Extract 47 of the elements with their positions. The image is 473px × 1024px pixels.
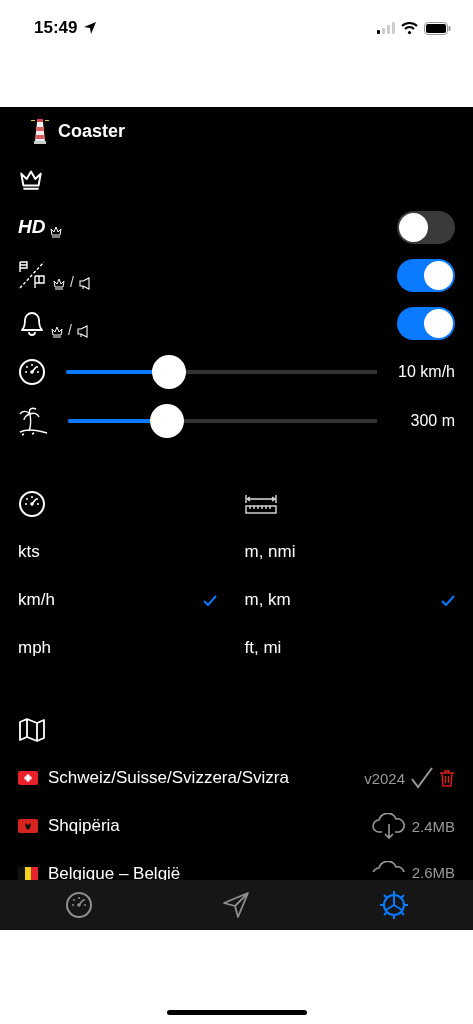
crown-icon (52, 277, 66, 290)
palm-tree-icon (18, 405, 48, 436)
hd-label: HD (18, 216, 46, 238)
location-arrow-icon (83, 21, 98, 35)
ruler-icon (244, 494, 277, 514)
unit-option[interactable]: mph (0, 624, 237, 672)
trash-icon[interactable] (439, 769, 455, 787)
map-icon (18, 716, 46, 744)
map-name[interactable]: Schweiz/Suisse/Svizzera/Svizra (48, 768, 355, 788)
toggle-switch[interactable] (397, 210, 455, 244)
crown-icon (50, 325, 64, 338)
unit-option[interactable]: kts (0, 528, 237, 576)
unit-option[interactable]: m, km (236, 576, 473, 624)
flag-icon (18, 819, 38, 833)
separator-text: / (70, 274, 74, 290)
lighthouse-icon (30, 118, 50, 144)
app-title: Coaster (58, 120, 126, 142)
toggle-switch[interactable] (397, 258, 455, 292)
speedometer-icon (18, 357, 46, 386)
megaphone-icon (77, 277, 91, 290)
crown-icon (49, 225, 64, 238)
gear-icon (378, 890, 409, 920)
slider-value: 10 km/h (397, 362, 455, 381)
status-time: 15:49 (34, 18, 78, 38)
unit-option[interactable]: km/h (0, 576, 237, 624)
megaphone-icon (75, 325, 89, 338)
unit-option[interactable]: ft, mi (236, 624, 473, 672)
flags-drawing (18, 260, 48, 290)
unit-option[interactable]: m, nmi (236, 528, 473, 576)
cloud-download-icon[interactable] (371, 813, 406, 839)
signal-icon (377, 22, 395, 34)
slider-value: 300 m (409, 411, 455, 430)
map-size: 2.4MB (411, 817, 455, 835)
map-version: v2024 (364, 769, 405, 787)
map-name[interactable]: Shqipëria (48, 816, 362, 836)
flag-icon (18, 771, 38, 785)
cloud-download-icon[interactable] (371, 861, 406, 872)
speedometer-icon (64, 891, 93, 919)
battery-icon (424, 21, 451, 35)
speedometer-icon (18, 490, 46, 518)
paper-plane-icon (221, 891, 250, 919)
wifi-icon (401, 22, 418, 34)
separator-text: / (68, 322, 72, 338)
slider-thumb[interactable] (149, 403, 184, 438)
map-size: 2.6MB (411, 864, 455, 881)
toggle-switch[interactable] (397, 306, 455, 340)
slider-thumb[interactable] (151, 354, 186, 389)
